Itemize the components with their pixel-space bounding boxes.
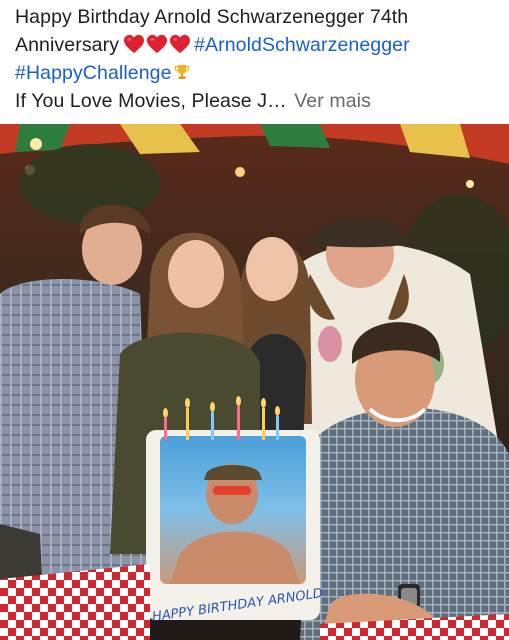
- heart-icon: [170, 34, 191, 54]
- caption-line-4: If You Love Movies, Please J… Ver mais: [15, 87, 505, 115]
- hearts-emoji-group: [123, 34, 191, 54]
- birthday-party-photo: HAPPY BIRTHDAY ARNOLD: [0, 124, 509, 640]
- post-photo[interactable]: HAPPY BIRTHDAY ARNOLD: [0, 124, 509, 640]
- heart-icon: [124, 34, 145, 54]
- see-more-link[interactable]: Ver mais: [294, 90, 371, 112]
- caption-line-2: Anniversary #ArnoldSchwarzenegger: [15, 31, 505, 59]
- caption-line-3: #HappyChallenge: [15, 59, 505, 87]
- trophy-icon: [174, 65, 189, 79]
- caption-truncated-text: If You Love Movies, Please J…: [15, 90, 287, 112]
- feed-post: Happy Birthday Arnold Schwarzenegger 74t…: [0, 0, 509, 640]
- caption-line-1: Happy Birthday Arnold Schwarzenegger 74t…: [15, 6, 409, 28]
- post-caption: Happy Birthday Arnold Schwarzenegger 74t…: [15, 3, 505, 115]
- birthday-cake: HAPPY BIRTHDAY ARNOLD: [146, 396, 324, 625]
- hashtag-challenge-link[interactable]: #HappyChallenge: [15, 62, 172, 84]
- hashtag-arnold-link[interactable]: #ArnoldSchwarzenegger: [194, 34, 410, 56]
- heart-icon: [147, 34, 168, 54]
- caption-anniversary-text: Anniversary: [15, 34, 120, 56]
